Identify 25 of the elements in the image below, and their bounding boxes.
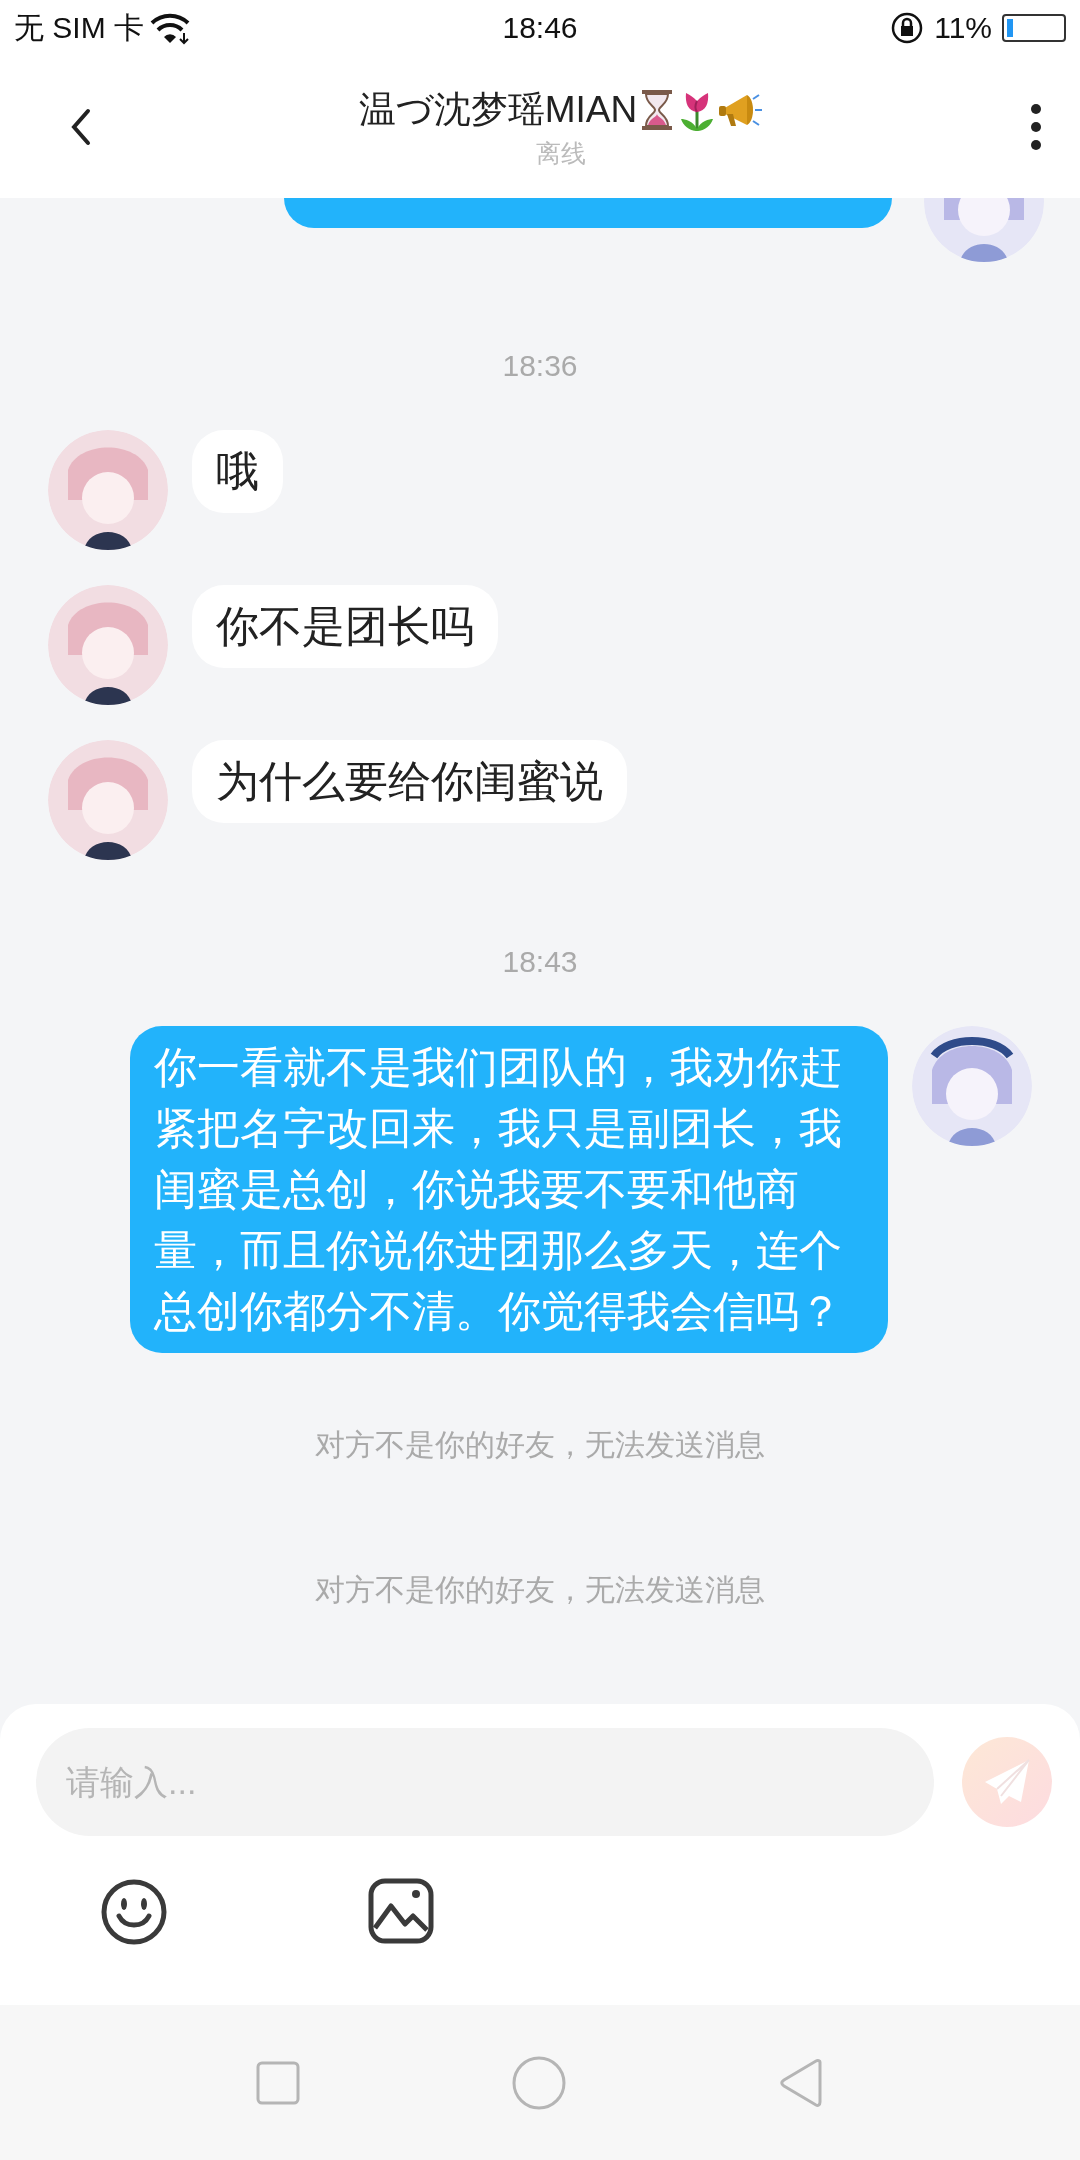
- message-bubble: 哦: [192, 430, 283, 513]
- chat-title: 温づ沈梦瑶MIAN: [358, 87, 638, 132]
- timestamp: 18:43: [501, 944, 579, 980]
- image-button[interactable]: [368, 1878, 434, 1946]
- carrier-text: 无 SIM 卡: [14, 9, 144, 46]
- timestamp: 18:36: [501, 348, 579, 384]
- system-notice: 对方不是你的好友，无法发送消息: [314, 1427, 766, 1463]
- image-icon: [368, 1878, 434, 1944]
- square-icon: [256, 2060, 300, 2105]
- battery-icon: [1002, 14, 1066, 42]
- status-subtitle: 离线: [536, 137, 586, 169]
- emoji-button[interactable]: [100, 1878, 168, 1946]
- message-bubble: 为什么要给你闺蜜说: [192, 740, 627, 823]
- rotation-lock-icon: [890, 11, 925, 45]
- more-icon: [1030, 103, 1042, 151]
- circle-icon: [512, 2055, 566, 2110]
- battery-percent: 11%: [934, 11, 992, 45]
- smiley-icon: [100, 1878, 168, 1946]
- wifi-icon: [150, 11, 190, 45]
- triangle-icon: [778, 2057, 824, 2108]
- message-bubble: 你不是团长吗: [192, 585, 498, 668]
- clock-text: 18:46: [502, 11, 578, 45]
- message-input[interactable]: 请输入...: [36, 1728, 934, 1836]
- message-bubble: 你一看就不是我们团队的，我劝你赶紧把名字改回来，我只是副团长，我闺蜜是总创，你说我要不要和他商量，而且你说你进团那么多天，连个总创你都分不清。你觉得我会信吗？: [130, 1026, 888, 1353]
- system-notice: 对方不是你的好友，无法发送消息: [314, 1572, 766, 1608]
